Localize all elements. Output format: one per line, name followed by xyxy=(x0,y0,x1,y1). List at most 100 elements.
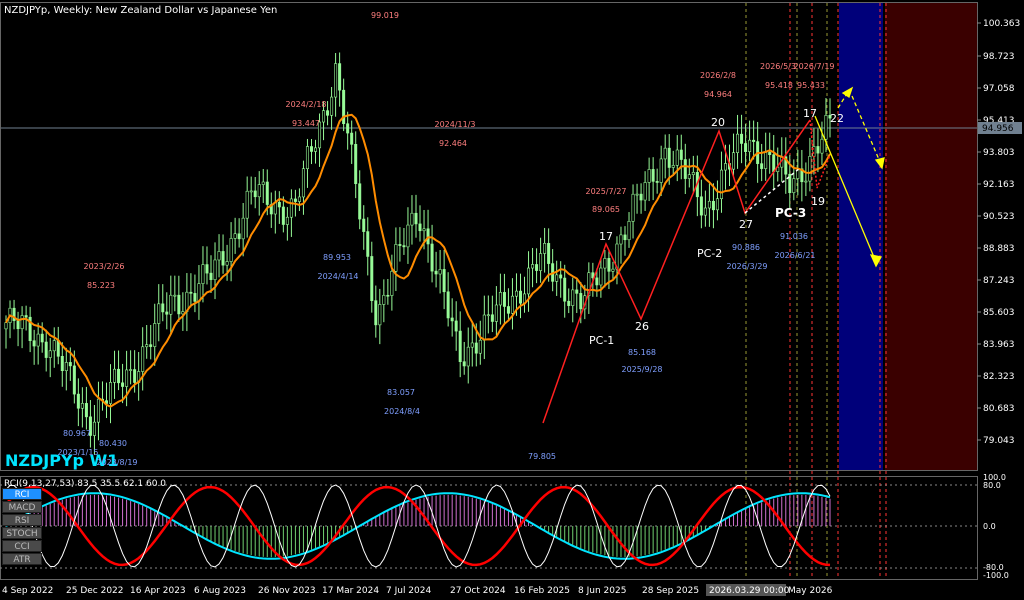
candle-body xyxy=(117,368,121,384)
current-price-label: 94.956 xyxy=(982,124,1014,134)
count-label: 17 xyxy=(803,107,817,120)
candle-body xyxy=(482,314,486,341)
candle-body xyxy=(707,200,711,209)
price-axis: 100.363 98.723 97.058 95.413 93.803 92.1… xyxy=(983,19,1020,446)
chart-canvas[interactable]: NZDJPYp, Weekly: New Zealand Dollar vs J… xyxy=(0,0,1024,600)
candle-body xyxy=(209,272,213,280)
candle-body xyxy=(32,340,36,347)
candle-body xyxy=(663,147,667,160)
candle-body xyxy=(161,303,165,313)
high-price-label: 93.447 xyxy=(292,119,320,128)
candle-body xyxy=(177,294,181,315)
atr-button[interactable]: ATR xyxy=(2,553,42,565)
candle-body xyxy=(84,403,88,418)
candle-body xyxy=(334,63,338,98)
candle-body xyxy=(764,152,768,169)
candle-body xyxy=(410,212,414,226)
count-label: 22 xyxy=(830,112,844,125)
candle-body xyxy=(824,115,828,140)
low-date-label: 2026/3/29 xyxy=(726,262,767,271)
price-tick: 82.323 xyxy=(983,372,1015,382)
low-price-label: 91.036 xyxy=(780,232,808,241)
candle-body xyxy=(362,218,366,232)
candle-body xyxy=(257,184,261,198)
indicator-axis: 100.0 80.0 0.0 -80.0 -100.0 xyxy=(983,473,1009,580)
stoch-button[interactable]: STOCH xyxy=(2,527,42,539)
time-tick: 6 Aug 2023 xyxy=(194,586,246,596)
candle-body xyxy=(703,207,707,216)
candle-body xyxy=(60,356,64,372)
candle-body xyxy=(301,168,305,198)
candle-body xyxy=(68,362,72,367)
time-tick: 16 Feb 2025 xyxy=(514,586,570,596)
candle-body xyxy=(346,123,350,134)
time-tick: May 2026 xyxy=(788,586,833,596)
candle-body xyxy=(575,289,579,294)
price-tick: 88.883 xyxy=(983,244,1015,254)
candle-body xyxy=(297,196,301,202)
candle-body xyxy=(639,193,643,201)
candle-body xyxy=(406,224,410,248)
candle-body xyxy=(671,165,675,168)
candle-body xyxy=(462,361,466,367)
candle-body xyxy=(643,182,647,201)
candle-body xyxy=(502,292,506,307)
candle-body xyxy=(667,147,671,168)
candle-body xyxy=(92,421,96,436)
candle-body xyxy=(603,258,607,269)
candle-body xyxy=(494,304,498,322)
time-tick: 26 Nov 2023 xyxy=(258,586,316,596)
candle-body xyxy=(326,110,330,116)
candle-body xyxy=(121,382,125,387)
candle-body xyxy=(40,333,44,343)
candle-body xyxy=(736,133,740,153)
low-price-label: 83.057 xyxy=(387,388,415,397)
time-tick: 8 Jun 2025 xyxy=(578,586,626,596)
candle-body xyxy=(157,303,161,324)
candle-body xyxy=(470,342,474,348)
low-date-label: 2024/4/14 xyxy=(317,272,358,281)
count-label: 26 xyxy=(635,320,649,333)
candle-body xyxy=(655,181,659,183)
candle-body xyxy=(772,154,776,172)
candle-body xyxy=(277,201,281,208)
high-price-label: 99.019 xyxy=(371,11,399,20)
moving-average-line xyxy=(5,113,831,408)
low-price-label: 85.168 xyxy=(628,348,656,357)
rsi-button[interactable]: RSI xyxy=(2,514,42,526)
price-tick: 80.683 xyxy=(983,404,1015,414)
candle-body xyxy=(711,200,715,211)
candle-body xyxy=(237,233,241,240)
macd-button[interactable]: MACD xyxy=(2,501,42,513)
candle-body xyxy=(539,253,543,271)
time-tick: 25 Dec 2022 xyxy=(66,586,124,596)
candle-body xyxy=(133,369,137,383)
candle-body xyxy=(458,330,462,362)
candle-body xyxy=(141,346,145,372)
candle-body xyxy=(450,317,454,322)
high-price-label: 94.964 xyxy=(704,90,732,99)
candle-body xyxy=(378,304,382,326)
high-price-label: 85.223 xyxy=(87,281,115,290)
candle-body xyxy=(201,264,205,284)
candle-body xyxy=(217,251,221,261)
candle-body xyxy=(281,206,285,225)
candle-body xyxy=(474,342,478,354)
high-date-label: 2026/2/8 xyxy=(700,71,736,80)
price-tick: 97.058 xyxy=(983,84,1015,94)
candle-body xyxy=(699,196,703,216)
candle-body xyxy=(414,212,418,225)
candle-body xyxy=(16,320,20,330)
count-label: 17 xyxy=(599,230,613,243)
cci-button[interactable]: CCI xyxy=(2,540,42,552)
candle-body xyxy=(760,163,764,169)
low-date-label: 2026/6/21 xyxy=(774,251,815,260)
count-label: 19 xyxy=(811,195,825,208)
candle-body xyxy=(394,244,398,272)
candle-body xyxy=(555,274,559,282)
candle-body xyxy=(486,314,490,317)
rci-button[interactable]: RCI xyxy=(2,488,42,500)
candle-body xyxy=(816,146,820,154)
candle-body xyxy=(165,311,169,315)
candle-body xyxy=(261,181,265,185)
